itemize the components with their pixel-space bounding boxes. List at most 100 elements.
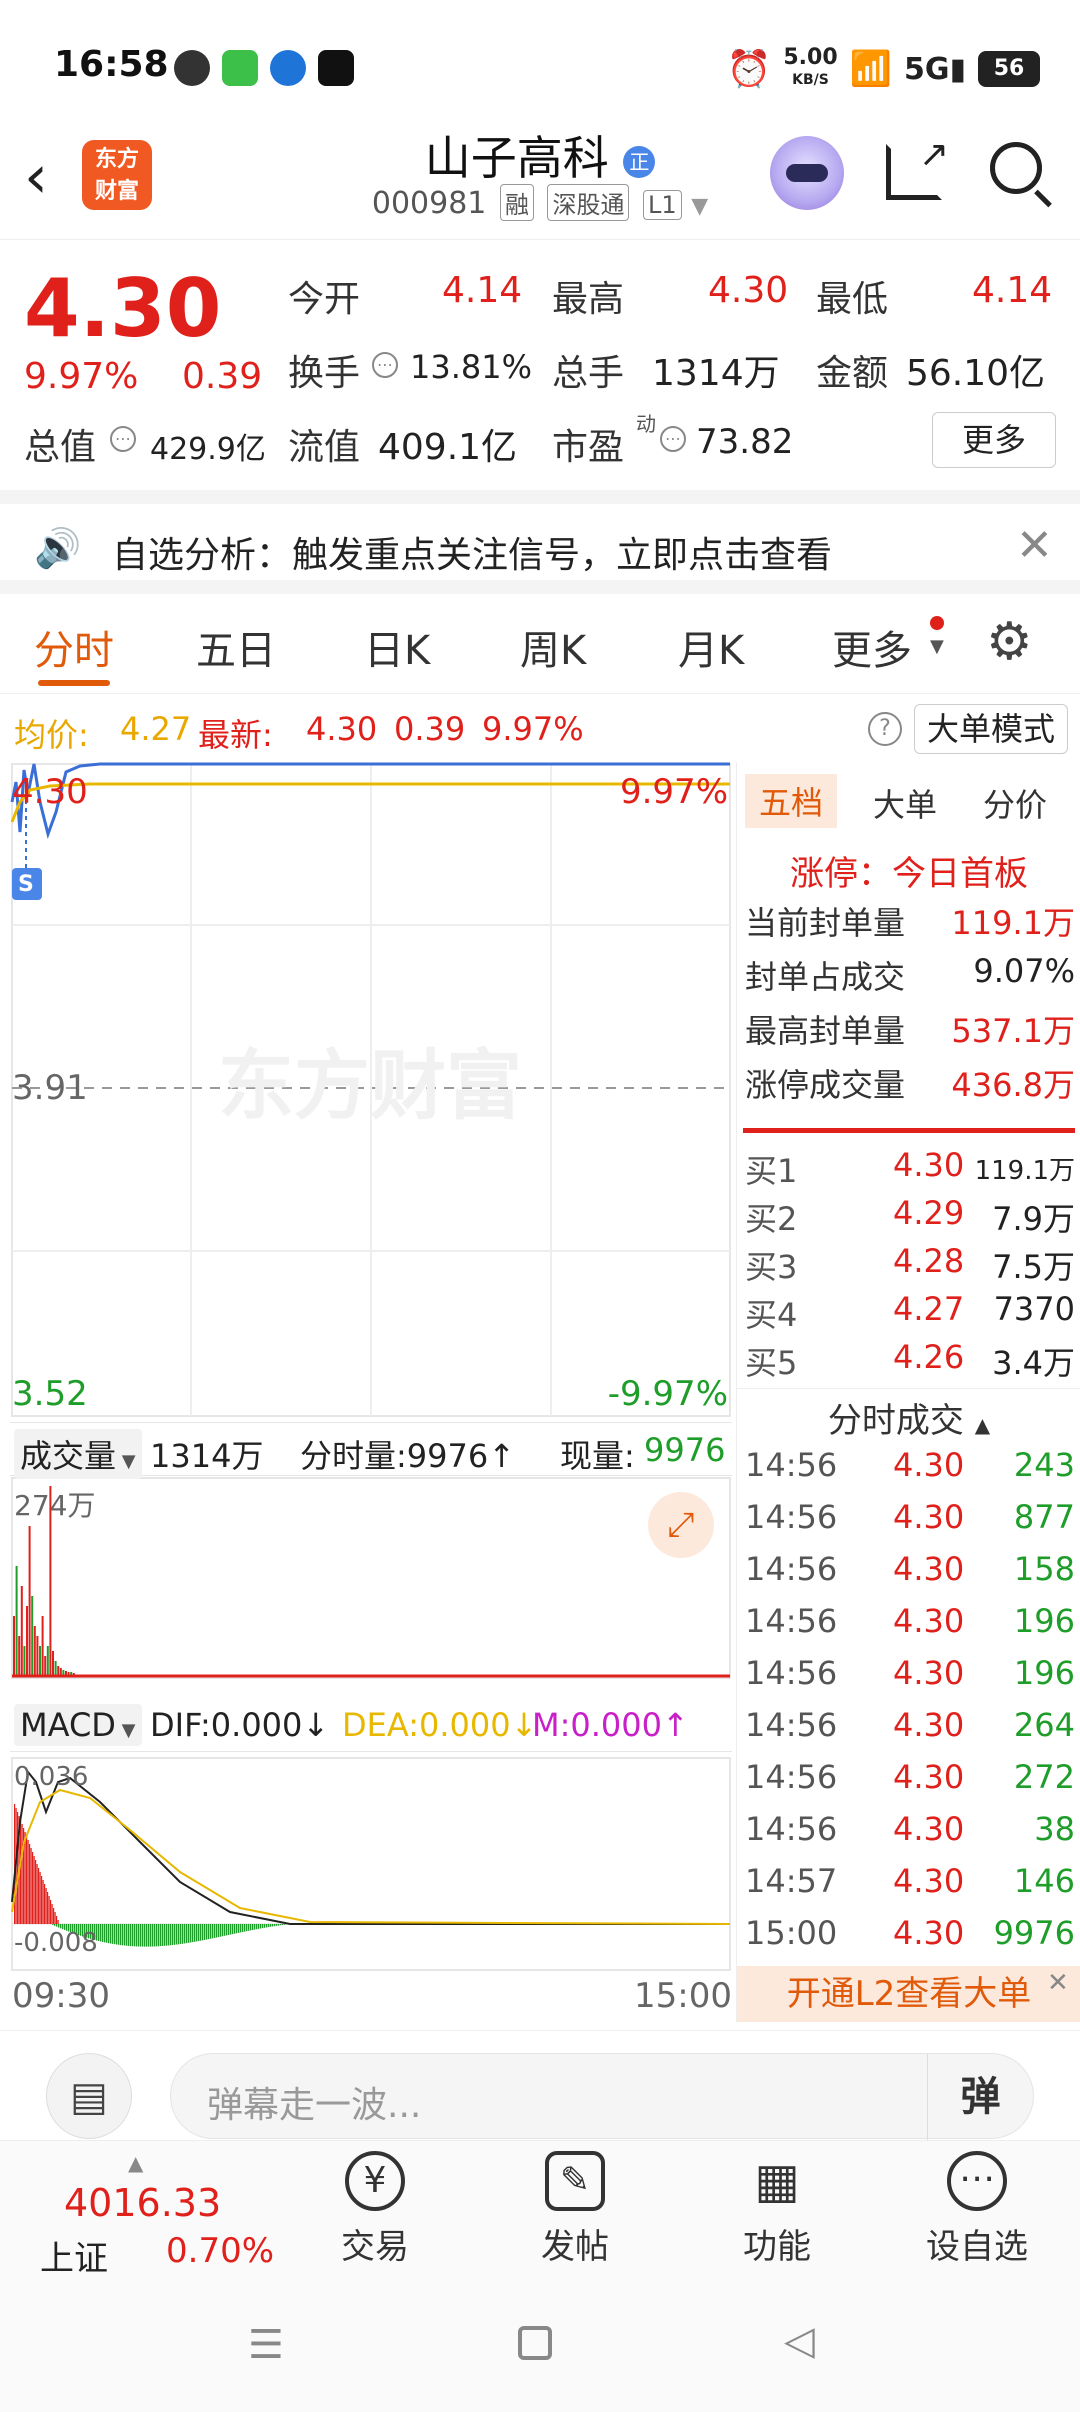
danmaku-send-button[interactable]: 弹 (927, 2054, 1033, 2140)
close-icon[interactable]: ✕ (1047, 1968, 1069, 1998)
macd-bar (268, 1924, 270, 1928)
pe-value: 73.82 (696, 422, 794, 462)
seal-stat-row: 最高封单量 537.1万 (745, 1006, 1075, 1056)
tab-daily-k[interactable]: 日K (364, 618, 430, 676)
macd-bar (160, 1924, 162, 1947)
volume-bar (20, 1586, 23, 1676)
bid-level-row[interactable]: 买2 4.29 7.9万 (745, 1194, 1075, 1240)
tab-big-orders[interactable]: 大单 (873, 780, 937, 826)
big-order-mode-button[interactable]: 大单模式 (914, 704, 1068, 754)
menu-icon[interactable]: ☰ (248, 2322, 284, 2368)
back-nav-icon[interactable]: ◁ (784, 2318, 815, 2364)
bid-level-row[interactable]: 买5 4.26 3.4万 (745, 1338, 1075, 1384)
dea-value: DEA:0.000↓ (342, 1706, 538, 1744)
macd-selector[interactable]: MACD ▼ (14, 1704, 142, 1746)
nav-add-watchlist[interactable]: ⋯ 设自选 (912, 2151, 1042, 2268)
banner-text[interactable]: 自选分析：触发重点关注信号，立即点击查看 (112, 526, 832, 578)
bid-label: 买4 (745, 1296, 798, 1334)
signal-icon: 5G▮ (903, 51, 966, 87)
macd-bar (122, 1924, 124, 1946)
open-value: 4.14 (442, 270, 523, 311)
info-icon[interactable]: ⋯ (660, 426, 686, 452)
trade-row: 14:56 4.30 877 (745, 1498, 1075, 1546)
home-icon[interactable] (518, 2326, 552, 2360)
nav-post[interactable]: ✎ 发帖 (510, 2151, 640, 2268)
volume-total: 1314万 (150, 1437, 264, 1475)
robot-assistant-icon[interactable] (770, 136, 844, 210)
trades-title[interactable]: 分时成交 ▲ (737, 1388, 1080, 1442)
danmaku-input[interactable]: 弹幕走一波... 弹 (170, 2053, 1034, 2140)
trade-price: 4.30 (893, 1602, 965, 1640)
stock-header: ‹ 东方 财富 山子高科 正 000981 融 深股通 L1 ▼ ↗ (0, 120, 1080, 240)
volume-bar (18, 1636, 21, 1676)
macd-bar (102, 1924, 104, 1942)
bid-level-row[interactable]: 买1 4.30 119.1万 (745, 1146, 1075, 1192)
macd-bar (154, 1924, 156, 1947)
gear-icon[interactable]: ⚙ (986, 614, 1033, 670)
tab-price-distribution[interactable]: 分价 (983, 780, 1047, 826)
chat-settings-icon[interactable]: ▤ (46, 2053, 132, 2139)
macd-bar (174, 1924, 176, 1945)
macd-bar (57, 1920, 59, 1924)
macd-bar (242, 1924, 244, 1932)
share-icon[interactable]: ↗ (886, 137, 949, 200)
tab-five-levels[interactable]: 五档 (745, 774, 838, 828)
danmaku-placeholder: 弹幕走一波... (207, 2085, 422, 2126)
help-icon[interactable]: ? (868, 712, 902, 746)
tab-more[interactable]: 更多 (832, 618, 912, 676)
volume-selector[interactable]: 成交量 ▼ (14, 1429, 142, 1479)
tab-intraday[interactable]: 分时 (34, 618, 114, 676)
macd-bar (21, 1824, 23, 1924)
analysis-banner[interactable]: 🔊 自选分析：触发重点关注信号，立即点击查看 ✕ (0, 490, 1080, 594)
info-icon[interactable]: ⋯ (372, 352, 398, 378)
volume-bar (33, 1626, 36, 1676)
index-quote[interactable]: ▲ 4016.33 上证 0.70% (30, 2151, 274, 2279)
macd-bar (276, 1924, 278, 1926)
bid-level-row[interactable]: 买4 4.27 7370 (745, 1290, 1075, 1336)
expand-icon[interactable]: ⤢ (648, 1492, 714, 1558)
trade-price: 4.30 (893, 1498, 965, 1536)
macd-bar (284, 1924, 286, 1925)
bid-price: 4.29 (893, 1194, 965, 1232)
macd-bar (158, 1924, 160, 1947)
tab-monthly-k[interactable]: 月K (678, 618, 744, 676)
tab-weekly-k[interactable]: 周K (520, 618, 586, 676)
macd-bar (38, 1868, 40, 1924)
active-tab-indicator (38, 680, 110, 686)
more-dots-icon: ⋯ (947, 2151, 1007, 2211)
macd-bar (272, 1924, 274, 1927)
nav-functions[interactable]: ▦ 功能 (712, 2151, 842, 2268)
macd-bar (264, 1924, 266, 1928)
macd-bar (250, 1924, 252, 1931)
chart-tabs: 分时 五日 日K 周K 月K 更多 ▼ ⚙ (0, 594, 1080, 694)
nav-trade[interactable]: ¥ 交易 (310, 2151, 440, 2268)
bid-level-row[interactable]: 买3 4.28 7.5万 (745, 1242, 1075, 1288)
high-label: 最高 (552, 279, 625, 320)
l2-banner[interactable]: 开通L2查看大单 (737, 1966, 1080, 2022)
macd-bar (106, 1924, 108, 1943)
message-app-icon (222, 50, 258, 86)
dropdown-triangle-icon[interactable]: ▼ (691, 194, 708, 219)
order-book-tabs: 五档 大单 分价 (737, 762, 1080, 838)
macd-bottom-label: -0.008 (14, 1928, 98, 1958)
volume-bar (13, 1616, 15, 1676)
more-button[interactable]: 更多 (932, 412, 1056, 468)
seal-stat-label: 当前封单量 (745, 904, 906, 942)
macd-bar (56, 1916, 58, 1924)
intraday-chart-area[interactable]: 东方财富 4.30 9.97% S 3.91 3.52 -9.97% 成交量 ▼… (10, 762, 732, 2022)
latest-pct: 9.97% (482, 710, 584, 748)
macd-bar (24, 1832, 26, 1924)
yen-exchange-icon: ¥ (345, 2151, 405, 2211)
macd-bar (138, 1924, 140, 1947)
macd-bar (110, 1924, 112, 1944)
info-icon[interactable]: ⋯ (110, 426, 136, 452)
search-icon[interactable] (990, 142, 1052, 208)
macd-bar (226, 1924, 228, 1936)
dif-line (11, 1769, 730, 1925)
tab-five-day[interactable]: 五日 (196, 618, 276, 676)
trade-row: 14:56 4.30 264 (745, 1706, 1075, 1754)
volume-max-label: 274万 (14, 1489, 96, 1522)
volume-bar (41, 1616, 44, 1676)
macd-bar (56, 1924, 58, 1927)
close-icon[interactable]: ✕ (1016, 520, 1053, 571)
